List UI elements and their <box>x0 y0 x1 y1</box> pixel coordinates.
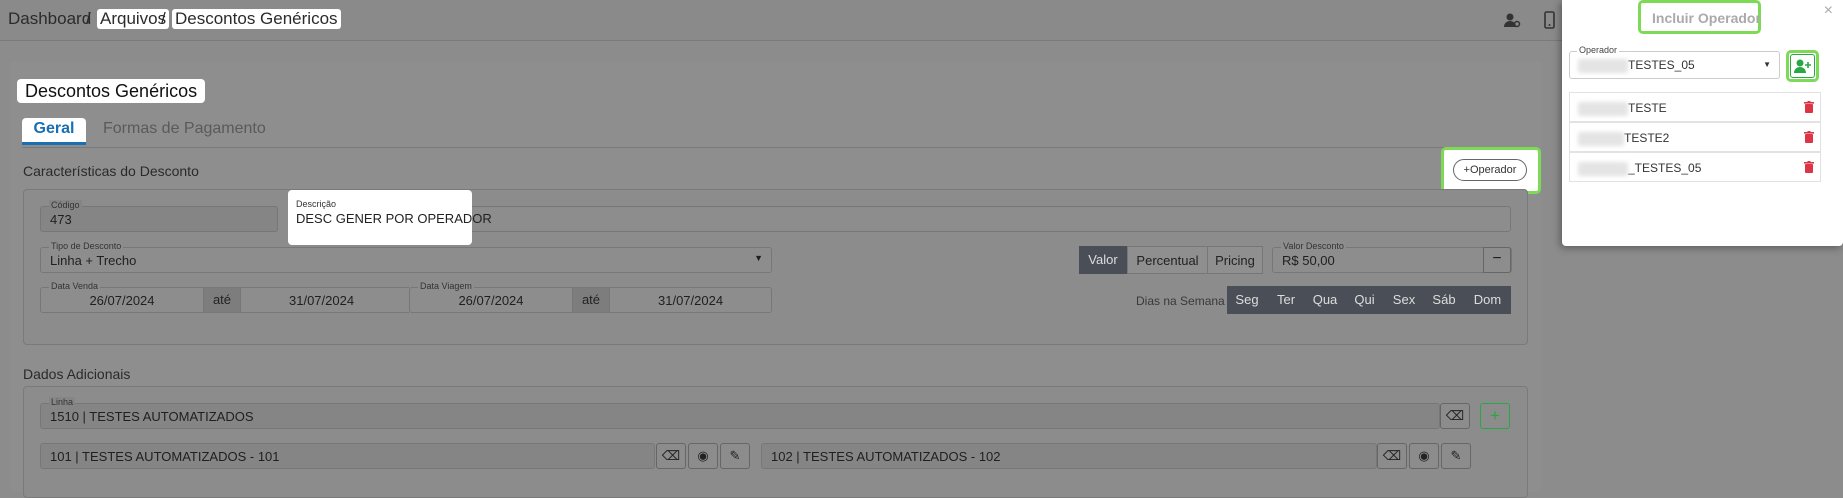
linha-field[interactable]: Linha 1510 | TESTES AUTOMATIZADOS <box>40 397 1440 429</box>
data-viagem-label: Data Viagem <box>418 281 474 291</box>
data-viagem-field: Data Viagem 26/07/2024 até 31/07/2024 <box>409 281 772 313</box>
day-qua[interactable]: Qua <box>1305 286 1345 314</box>
tipo-desconto-value: Linha + Trecho <box>50 253 137 268</box>
tab-formas-pagamento[interactable]: Formas de Pagamento <box>103 118 266 140</box>
operador-item-suffix: _TESTES_05 <box>1628 161 1702 175</box>
day-qui[interactable]: Qui <box>1345 286 1384 314</box>
operador-list-item: TESTE <box>1569 92 1821 122</box>
descricao-value[interactable]: DESC GENER POR OPERADOR <box>296 211 492 226</box>
trecho2-edit-button[interactable]: ✎ <box>1441 443 1471 469</box>
tab-geral[interactable]: Geral <box>22 118 86 145</box>
valor-desconto-label: Valor Desconto <box>1281 241 1346 251</box>
trecho2-eraser-button[interactable]: ⌫ <box>1377 443 1407 469</box>
trecho1-value: 101 | TESTES AUTOMATIZADOS - 101 <box>50 449 280 464</box>
codigo-field: Código 473 <box>40 200 278 232</box>
minus-button[interactable]: − <box>1483 247 1511 273</box>
add-linha-button[interactable]: + <box>1480 403 1510 429</box>
toggle-valor[interactable]: Valor <box>1079 246 1127 274</box>
operador-item-label: TESTE2 <box>1578 131 1669 146</box>
day-sex[interactable]: Sex <box>1384 286 1424 314</box>
operador-item-suffix: TESTE <box>1628 101 1667 115</box>
mobile-icon[interactable] <box>1540 11 1558 29</box>
trecho1-view-button[interactable]: ◉ <box>688 443 718 469</box>
codigo-label: Código <box>49 200 82 210</box>
section-dados-adicionais-title: Dados Adicionais <box>23 366 131 382</box>
panel-title: Incluir Operador <box>1652 10 1761 26</box>
toggle-pricing[interactable]: Pricing <box>1207 246 1263 274</box>
trecho1-edit-button[interactable]: ✎ <box>720 443 750 469</box>
eraser-icon: ⌫ <box>1382 448 1402 463</box>
linha-label: Linha <box>49 397 76 407</box>
breadcrumb-arquivos[interactable]: Arquivos <box>97 9 170 29</box>
data-venda-label: Data Venda <box>49 281 101 291</box>
codigo-value: 473 <box>50 212 72 227</box>
edit-icon: ✎ <box>1450 448 1462 463</box>
descricao-label: Descrição <box>296 199 337 209</box>
eye-icon: ◉ <box>1418 448 1430 463</box>
tipo-desconto-select[interactable]: Tipo de Desconto Linha + Trecho ▼ <box>40 241 772 273</box>
data-viagem-from[interactable]: 26/07/2024 <box>410 293 572 308</box>
data-viagem-ate: até <box>572 288 610 312</box>
chevron-down-icon: ▼ <box>1763 60 1771 69</box>
descricao-highlight: Descrição DESC GENER POR OPERADOR <box>288 190 492 245</box>
day-sab[interactable]: Sáb <box>1424 286 1464 314</box>
breadcrumb-separator: / <box>161 9 166 28</box>
breadcrumb-dashboard[interactable]: Dashboard <box>8 9 91 29</box>
operador-item-suffix: TESTE2 <box>1624 131 1670 145</box>
redacted-text <box>1578 131 1624 146</box>
user-settings-icon[interactable] <box>1503 11 1521 29</box>
tipo-desconto-label: Tipo de Desconto <box>49 241 124 251</box>
valor-desconto-field[interactable]: Valor Desconto R$ 50,00 − <box>1272 241 1512 273</box>
plus-icon: + <box>1490 406 1500 425</box>
day-dom[interactable]: Dom <box>1464 286 1511 314</box>
operador-list-item: _TESTES_05 <box>1569 152 1821 182</box>
operador-value-suffix: TESTES_05 <box>1628 58 1695 72</box>
trash-icon[interactable] <box>1804 131 1814 143</box>
redacted-text <box>1578 161 1628 176</box>
trecho1-field[interactable]: 101 | TESTES AUTOMATIZADOS - 101 <box>40 443 655 469</box>
toggle-percentual[interactable]: Percentual <box>1127 246 1208 274</box>
data-venda-ate: até <box>203 288 241 312</box>
operador-label: Operador <box>1577 45 1620 55</box>
operador-item-label: TESTE <box>1578 101 1667 116</box>
redacted-text <box>1578 101 1628 116</box>
dias-semana-label: Dias na Semana <box>1136 294 1225 308</box>
incluir-operador-panel: Incluir Operador × Operador TESTES_05 ▼ … <box>1562 0 1843 246</box>
add-user-icon <box>1794 59 1811 73</box>
linha-value: 1510 | TESTES AUTOMATIZADOS <box>50 409 254 424</box>
add-user-button[interactable] <box>1790 54 1815 78</box>
data-venda-from[interactable]: 26/07/2024 <box>41 293 203 308</box>
breadcrumb-separator: / <box>86 9 91 28</box>
day-seg[interactable]: Seg <box>1227 286 1267 314</box>
day-ter[interactable]: Ter <box>1267 286 1305 314</box>
add-operador-button[interactable]: +Operador <box>1453 159 1527 181</box>
trecho2-value: 102 | TESTES AUTOMATIZADOS - 102 <box>771 449 1001 464</box>
edit-icon: ✎ <box>729 448 741 463</box>
operador-list-item: TESTE2 <box>1569 122 1821 152</box>
eraser-button[interactable]: ⌫ <box>1440 403 1470 429</box>
redacted-text <box>1578 58 1628 73</box>
trecho2-field[interactable]: 102 | TESTES AUTOMATIZADOS - 102 <box>761 443 1377 469</box>
eraser-icon: ⌫ <box>1445 408 1465 423</box>
page-title: Descontos Genéricos <box>17 79 206 103</box>
valor-desconto-value: R$ 50,00 <box>1282 253 1335 268</box>
tab-divider <box>22 147 1527 148</box>
eye-icon: ◉ <box>697 448 709 463</box>
chevron-down-icon: ▼ <box>754 253 763 263</box>
operador-item-label: _TESTES_05 <box>1578 161 1701 176</box>
operador-select[interactable]: Operador TESTES_05 ▼ <box>1569 45 1780 79</box>
close-icon[interactable]: × <box>1824 2 1833 20</box>
trash-icon[interactable] <box>1804 101 1814 113</box>
data-viagem-to[interactable]: 31/07/2024 <box>658 293 723 308</box>
add-operador-label: Operador <box>1469 164 1517 176</box>
section-caracteristicas-title: Características do Desconto <box>23 163 199 179</box>
trash-icon[interactable] <box>1804 161 1814 173</box>
trecho1-eraser-button[interactable]: ⌫ <box>656 443 686 469</box>
breadcrumb-current: Descontos Genéricos <box>172 9 341 29</box>
operador-value: TESTES_05 <box>1578 58 1695 73</box>
eraser-icon: ⌫ <box>661 448 681 463</box>
trecho2-view-button[interactable]: ◉ <box>1409 443 1439 469</box>
